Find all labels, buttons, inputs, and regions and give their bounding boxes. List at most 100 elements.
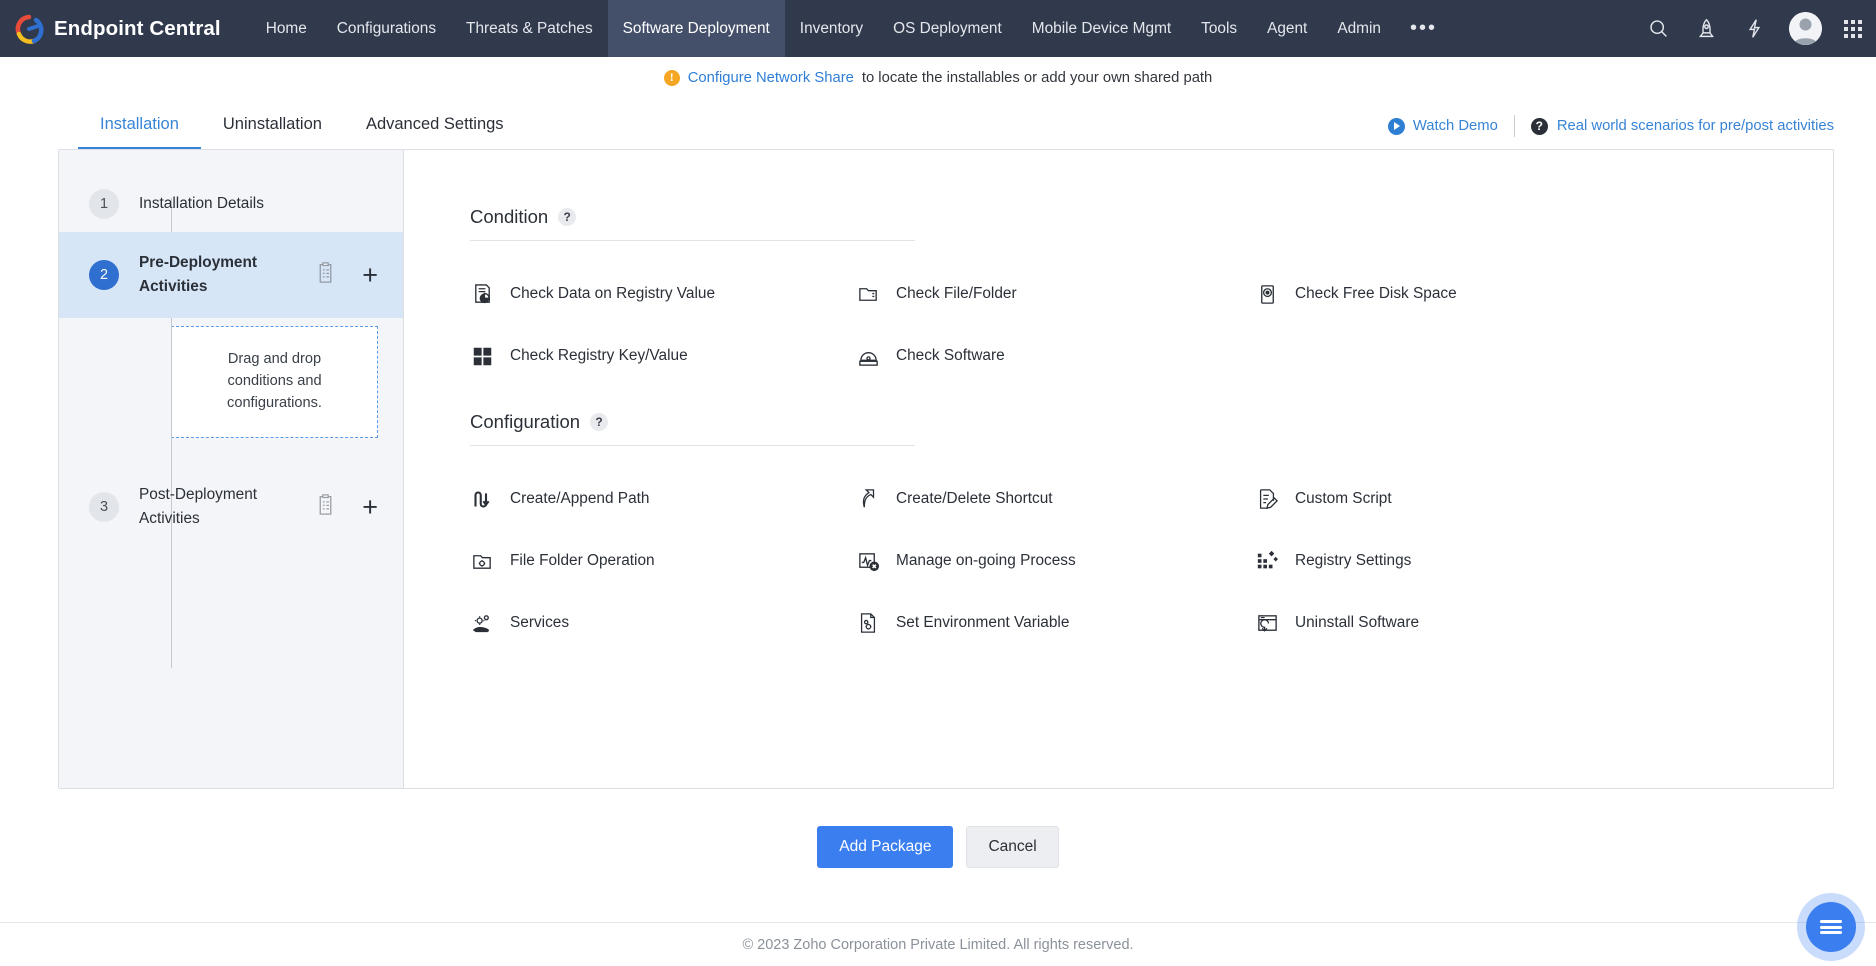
folder-icon [856, 282, 880, 306]
step-label-post-deployment-activities: Post-Deployment Activities [139, 483, 315, 531]
grid-squares-icon [470, 344, 494, 368]
nav-item-os-deployment[interactable]: OS Deployment [878, 0, 1017, 57]
real-world-label: Real world scenarios for pre/post activi… [1557, 118, 1834, 134]
avatar[interactable] [1789, 12, 1822, 45]
disk-icon [1255, 282, 1279, 306]
configuration-item-manage-ongoing-process[interactable]: Manage on-going Process [856, 530, 1255, 592]
clipboard-icon[interactable] [315, 261, 336, 289]
configuration-item-custom-script[interactable]: Custom Script [1255, 468, 1833, 530]
step-post-deployment-activities[interactable]: 3 Post-Deployment Activities + [59, 464, 403, 550]
configuration-label: Custom Script [1295, 490, 1392, 508]
nav-item-inventory[interactable]: Inventory [785, 0, 878, 57]
tab-list: Installation Uninstallation Advanced Set… [78, 115, 526, 149]
steps-sidebar: 1 Installation Details 2 Pre-Deployment … [59, 150, 404, 788]
tabs-right-links: Watch Demo ? Real world scenarios for pr… [1388, 115, 1834, 149]
nav-item-home[interactable]: Home [251, 0, 322, 57]
brand-logo-area[interactable]: Endpoint Central [14, 14, 221, 44]
installation-wizard-card: 1 Installation Details 2 Pre-Deployment … [58, 149, 1834, 789]
configuration-item-file-folder-operation[interactable]: File Folder Operation [470, 530, 856, 592]
condition-label: Check Data on Registry Value [510, 285, 715, 303]
cancel-button[interactable]: Cancel [966, 826, 1058, 868]
add-post-deployment-activity-button[interactable]: + [362, 494, 378, 521]
process-stop-icon [856, 549, 880, 573]
condition-label: Check Free Disk Space [1295, 285, 1457, 303]
configuration-help-icon[interactable]: ? [590, 413, 608, 431]
configuration-label: Create/Delete Shortcut [896, 490, 1053, 508]
configuration-item-create-delete-shortcut[interactable]: Create/Delete Shortcut [856, 468, 1255, 530]
condition-item-check-software[interactable]: Check Software [856, 325, 1255, 387]
add-pre-deployment-activity-button[interactable]: + [362, 262, 378, 289]
flash-icon[interactable] [1741, 16, 1767, 42]
condition-section-header: Condition ? [470, 206, 1833, 228]
pre-deployment-dropzone[interactable]: Drag and drop conditions and configurati… [171, 326, 378, 438]
configuration-item-set-environment-variable[interactable]: Set Environment Variable [856, 592, 1255, 654]
condition-item-check-registry-key-value[interactable]: Check Registry Key/Value [470, 325, 856, 387]
condition-item-check-file-folder[interactable]: Check File/Folder [856, 263, 1255, 325]
condition-label: Check File/Folder [896, 285, 1017, 303]
grid-dot [1858, 34, 1862, 38]
configuration-item-uninstall-software[interactable]: Uninstall Software [1255, 592, 1833, 654]
banner-text: to locate the installables or add your o… [862, 70, 1212, 86]
configuration-label: Set Environment Variable [896, 614, 1069, 632]
real-world-scenarios-link[interactable]: ? Real world scenarios for pre/post acti… [1515, 118, 1834, 135]
step-installation-details[interactable]: 1 Installation Details [59, 176, 403, 232]
nav-item-threats-patches[interactable]: Threats & Patches [451, 0, 608, 57]
folder-gear-icon [470, 549, 494, 573]
configuration-title: Configuration [470, 411, 580, 433]
hamburger-bar [1820, 931, 1842, 934]
clipboard-icon[interactable] [315, 493, 336, 521]
uninstall-window-icon [1255, 611, 1279, 635]
search-icon[interactable] [1645, 16, 1671, 42]
nav-item-configurations[interactable]: Configurations [322, 0, 451, 57]
play-icon [1388, 118, 1405, 135]
tab-advanced-settings[interactable]: Advanced Settings [344, 115, 526, 149]
condition-item-check-data-on-registry-value[interactable]: Check Data on Registry Value [470, 263, 856, 325]
tab-uninstallation[interactable]: Uninstallation [201, 115, 344, 149]
add-package-button[interactable]: Add Package [817, 826, 953, 868]
condition-items-grid: Check Data on Registry Value Check File/… [470, 263, 1833, 387]
nav-item-agent[interactable]: Agent [1252, 0, 1322, 57]
nav-item-software-deployment[interactable]: Software Deployment [608, 0, 785, 57]
nav-item-tools[interactable]: Tools [1186, 0, 1252, 57]
configuration-label: Registry Settings [1295, 552, 1411, 570]
grid-dot [1851, 34, 1855, 38]
nav-item-more[interactable]: ••• [1396, 0, 1451, 57]
condition-label: Check Software [896, 347, 1005, 365]
configuration-label: Services [510, 614, 569, 632]
step-actions-pre: + [315, 261, 378, 289]
watch-demo-link[interactable]: Watch Demo [1388, 118, 1514, 135]
step-number-3: 3 [89, 492, 119, 522]
apps-grid-icon[interactable] [1844, 20, 1862, 38]
grid-dot [1844, 34, 1848, 38]
copyright-text: © 2023 Zoho Corporation Private Limited.… [742, 937, 1133, 953]
configuration-label: Uninstall Software [1295, 614, 1419, 632]
chat-support-fab-button[interactable] [1806, 902, 1856, 952]
condition-help-icon[interactable]: ? [558, 208, 576, 226]
condition-item-check-free-disk-space[interactable]: Check Free Disk Space [1255, 263, 1833, 325]
configuration-item-create-append-path[interactable]: Create/Append Path [470, 468, 856, 530]
grid-spacer [1255, 325, 1833, 387]
page-body: ! Configure Network Share to locate the … [0, 57, 1876, 966]
top-navigation-bar: Endpoint Central Home Configurations Thr… [0, 0, 1876, 57]
grid-dot [1858, 27, 1862, 31]
help-question-icon: ? [1531, 118, 1548, 135]
nav-item-mobile-device-mgmt[interactable]: Mobile Device Mgmt [1017, 0, 1186, 57]
tab-installation[interactable]: Installation [78, 115, 201, 149]
configuration-items-grid: Create/Append Path Create/Delete Shortcu… [470, 468, 1833, 654]
tabs-row: Installation Uninstallation Advanced Set… [0, 99, 1876, 149]
software-icon [856, 344, 880, 368]
shortcut-arrow-icon [856, 487, 880, 511]
step-pre-deployment-activities[interactable]: 2 Pre-Deployment Activities + [59, 232, 403, 318]
configuration-item-registry-settings[interactable]: Registry Settings [1255, 530, 1833, 592]
announcement-icon[interactable] [1693, 16, 1719, 42]
nav-item-admin[interactable]: Admin [1322, 0, 1396, 57]
configuration-item-services[interactable]: Services [470, 592, 856, 654]
hamburger-icon [1820, 918, 1842, 937]
configure-network-share-link[interactable]: Configure Network Share [688, 70, 854, 86]
condition-label: Check Registry Key/Value [510, 347, 688, 365]
append-path-icon [470, 487, 494, 511]
nav-items: Home Configurations Threats & Patches So… [251, 0, 1451, 57]
endpoint-central-logo-icon [14, 14, 44, 44]
step-number-1: 1 [89, 189, 119, 219]
configuration-label: Manage on-going Process [896, 552, 1076, 570]
